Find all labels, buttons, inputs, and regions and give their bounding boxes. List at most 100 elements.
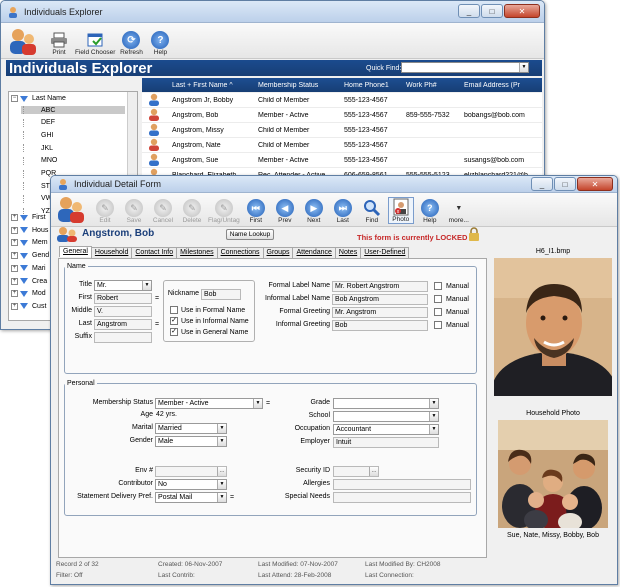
column-header-home-phone[interactable]: Home Phone1 bbox=[340, 82, 402, 89]
allergies-field[interactable] bbox=[333, 479, 471, 490]
first-name-field[interactable]: Robert bbox=[94, 293, 152, 304]
chevron-down-icon[interactable]: ▼ bbox=[253, 399, 262, 408]
column-header-status[interactable]: Membership Status bbox=[254, 82, 340, 89]
chevron-down-icon[interactable]: ▼ bbox=[217, 424, 226, 433]
marital-select[interactable]: Married ▼ bbox=[155, 423, 227, 434]
next-button[interactable]: ▶ Next bbox=[301, 199, 327, 224]
table-row[interactable]: Angstrom, Missy Child of Member 555-123-45… bbox=[142, 123, 542, 138]
table-row[interactable]: Angstrom, Nate Child of Member 555-123-456… bbox=[142, 138, 542, 153]
suffix-field[interactable] bbox=[94, 332, 152, 343]
chevron-down-icon[interactable]: ▼ bbox=[429, 412, 438, 421]
manual-checkbox[interactable]: Manual bbox=[434, 321, 469, 329]
chevron-down-icon[interactable]: ▼ bbox=[142, 281, 151, 290]
more-icon[interactable]: ▼ bbox=[455, 205, 462, 212]
print-button[interactable]: Print bbox=[46, 31, 72, 56]
tab-connections[interactable]: Connections bbox=[216, 247, 264, 258]
expand-icon[interactable]: + bbox=[11, 214, 18, 221]
manual-checkbox[interactable]: Manual bbox=[434, 295, 469, 303]
more-button[interactable]: ▼ more... bbox=[446, 199, 472, 225]
quick-find-input[interactable]: ▼ bbox=[401, 62, 529, 73]
tree-category-cust[interactable]: + Cust bbox=[11, 302, 46, 310]
tab-general[interactable]: General bbox=[59, 246, 92, 257]
use-general-checkbox[interactable]: ✓ Use in General Name bbox=[170, 328, 248, 336]
maximize-button[interactable]: □ bbox=[554, 177, 576, 191]
first-button[interactable]: ⏮ First bbox=[243, 199, 269, 224]
tree-item-def[interactable]: DEF bbox=[23, 118, 55, 127]
tree-root[interactable]: − Last Name bbox=[11, 95, 66, 102]
middle-name-field[interactable]: V. bbox=[94, 306, 152, 317]
table-row[interactable]: Angstrom, Sue Member - Active 555-123-4567… bbox=[142, 153, 542, 168]
tree-item-ghi[interactable]: GHI bbox=[23, 131, 53, 140]
manual-checkbox[interactable]: Manual bbox=[434, 282, 469, 290]
find-button[interactable]: Find bbox=[359, 199, 385, 224]
collapse-icon[interactable]: − bbox=[11, 95, 18, 102]
last-name-field[interactable]: Angstrom bbox=[94, 319, 152, 330]
employer-field[interactable]: Intuit bbox=[333, 437, 439, 448]
chevron-down-icon[interactable]: ▼ bbox=[429, 425, 438, 434]
column-header-name[interactable]: Last + First Name ^ bbox=[168, 82, 254, 89]
statement-delivery-select[interactable]: Postal Mail ▼ bbox=[155, 492, 227, 503]
column-header-email[interactable]: Email Address (Pr bbox=[460, 82, 542, 89]
expand-icon[interactable]: + bbox=[11, 252, 18, 260]
occupation-select[interactable]: Accountant ▼ bbox=[333, 424, 439, 435]
tab-user-defined[interactable]: User-Defined bbox=[360, 247, 410, 258]
formal-label-name-field[interactable]: Mr. Robert Angstrom bbox=[332, 281, 428, 292]
manual-checkbox[interactable]: Manual bbox=[434, 308, 469, 316]
school-select[interactable]: ▼ bbox=[333, 411, 439, 422]
tree-category-crea[interactable]: + Crea bbox=[11, 277, 47, 285]
minimize-button[interactable]: _ bbox=[531, 177, 553, 191]
ellipsis-icon[interactable]: … bbox=[217, 467, 226, 476]
photo-button[interactable]: x Photo bbox=[387, 197, 414, 224]
grade-select[interactable]: ▼ bbox=[333, 398, 439, 409]
tree-item-abc[interactable]: ABC bbox=[21, 106, 125, 114]
household-photo[interactable] bbox=[498, 420, 608, 528]
tree-category-mari[interactable]: + Mari bbox=[11, 264, 46, 272]
tab-contact-info[interactable]: Contact Info bbox=[131, 247, 178, 258]
tab-household[interactable]: Household bbox=[90, 247, 133, 258]
close-button[interactable]: ✕ bbox=[577, 177, 613, 191]
tree-category-mod[interactable]: + Mod bbox=[11, 290, 46, 298]
last-button[interactable]: ⏭ Last bbox=[330, 199, 356, 224]
help-button[interactable]: ? Help bbox=[417, 199, 443, 224]
security-id-field[interactable]: … bbox=[333, 466, 379, 477]
tab-attendance[interactable]: Attendance bbox=[292, 247, 336, 258]
minimize-button[interactable]: _ bbox=[458, 4, 480, 18]
membership-status-select[interactable]: Member - Active ▼ bbox=[155, 398, 263, 409]
table-row[interactable]: Angstrom Jr, Bobby Child of Member 555-123… bbox=[142, 93, 542, 108]
special-needs-field[interactable] bbox=[333, 492, 471, 503]
tree-category-gend[interactable]: + Gend bbox=[11, 252, 49, 260]
expand-icon[interactable]: + bbox=[11, 264, 18, 272]
expand-icon[interactable]: + bbox=[11, 290, 18, 298]
table-row[interactable]: Angstrom, Bob Member - Active 555-123-4567… bbox=[142, 108, 542, 123]
prev-button[interactable]: ◀ Prev bbox=[272, 199, 298, 224]
ellipsis-icon[interactable]: … bbox=[369, 467, 378, 476]
tree-category-first[interactable]: + First bbox=[11, 214, 46, 221]
tree-category-hous[interactable]: + Hous bbox=[11, 226, 48, 234]
informal-greeting-field[interactable]: Bob bbox=[332, 320, 428, 331]
individual-photo[interactable] bbox=[494, 258, 612, 396]
tree-item-mno[interactable]: MNO bbox=[23, 156, 57, 165]
tab-notes[interactable]: Notes bbox=[334, 247, 362, 258]
close-button[interactable]: ✕ bbox=[504, 4, 540, 18]
expand-icon[interactable]: + bbox=[11, 302, 18, 310]
expand-icon[interactable]: + bbox=[11, 239, 18, 247]
explorer-titlebar[interactable]: Individuals Explorer _ □ ✕ bbox=[1, 1, 544, 23]
name-lookup-button[interactable]: Name Lookup bbox=[226, 229, 274, 240]
env-field[interactable]: … bbox=[155, 466, 227, 477]
tree-category-mem[interactable]: + Mem bbox=[11, 239, 48, 247]
chevron-down-icon[interactable]: ▼ bbox=[429, 399, 438, 408]
use-formal-checkbox[interactable]: Use in Formal Name bbox=[170, 306, 245, 314]
nickname-field[interactable]: Bob bbox=[201, 289, 241, 300]
detail-titlebar[interactable]: Individual Detail Form _ □ ✕ bbox=[51, 176, 617, 193]
maximize-button[interactable]: □ bbox=[481, 4, 503, 18]
expand-icon[interactable]: + bbox=[11, 226, 18, 234]
title-select[interactable]: Mr. ▼ bbox=[94, 280, 152, 291]
gender-select[interactable]: Male ▼ bbox=[155, 436, 227, 447]
column-header-work-phone[interactable]: Work Ph# bbox=[402, 82, 460, 89]
chevron-down-icon[interactable]: ▼ bbox=[217, 437, 226, 446]
tab-milestones[interactable]: Milestones bbox=[176, 247, 218, 258]
chevron-down-icon[interactable]: ▼ bbox=[217, 493, 226, 502]
informal-label-name-field[interactable]: Bob Angstrom bbox=[332, 294, 428, 305]
expand-icon[interactable]: + bbox=[11, 277, 18, 285]
use-informal-checkbox[interactable]: ✓ Use in Informal Name bbox=[170, 317, 249, 325]
